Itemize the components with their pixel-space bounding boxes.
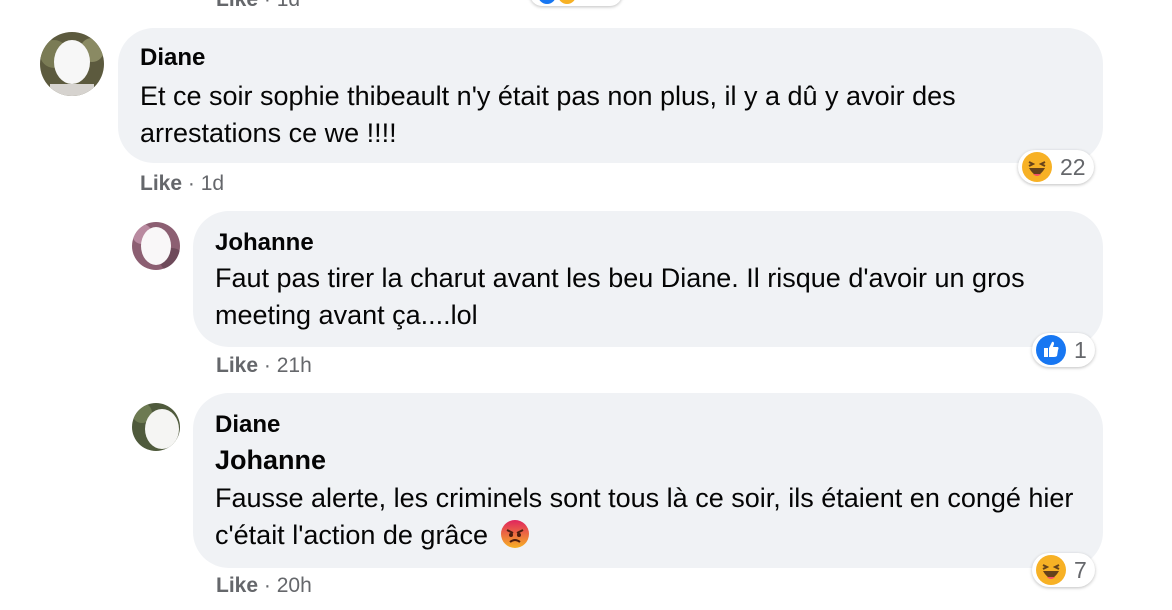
angry-face-icon: [501, 520, 530, 548]
reaction-summary[interactable]: 7: [1032, 553, 1095, 587]
comment-timestamp[interactable]: 20h: [277, 574, 312, 597]
haha-reaction-icon: [558, 0, 576, 4]
meta-separator: ·: [264, 0, 271, 11]
like-thumb-icon: [1036, 335, 1066, 365]
haha-emoji-icon: [1022, 152, 1052, 182]
reaction-count: 1: [1074, 336, 1087, 363]
meta-separator: ·: [187, 172, 195, 195]
like-link[interactable]: Like: [216, 0, 258, 11]
avatar[interactable]: [40, 32, 104, 96]
comment-bubble: Johanne Faut pas tirer la charut avant l…: [193, 211, 1103, 347]
avatar[interactable]: [132, 222, 180, 270]
comment-timestamp[interactable]: 1d: [277, 0, 300, 11]
comment-bubble: Diane Et ce soir sophie thibeault n'y ét…: [118, 28, 1103, 163]
comment-timestamp[interactable]: 21h: [277, 354, 312, 377]
comment-text: Faut pas tirer la charut avant les beu D…: [215, 263, 1025, 330]
comment-actions: Like · 21h: [216, 354, 312, 378]
reaction-summary[interactable]: 1: [1032, 333, 1095, 367]
previous-comment-meta: Like · 1d: [216, 0, 300, 12]
like-link[interactable]: Like: [216, 354, 258, 377]
comment-author[interactable]: Johanne: [215, 229, 314, 257]
previous-reaction-pill[interactable]: [530, 0, 622, 6]
like-link[interactable]: Like: [216, 574, 258, 597]
like-link[interactable]: Like: [140, 172, 182, 195]
haha-emoji-icon: [1036, 555, 1066, 585]
like-reaction-icon: [538, 0, 556, 4]
comment-timestamp[interactable]: 1d: [201, 172, 224, 195]
comment-actions: Like · 1d: [140, 172, 224, 196]
reaction-count: 7: [1074, 556, 1087, 583]
comment-text: Et ce soir sophie thibeault n'y était pa…: [140, 81, 956, 148]
comment-text: Fausse alerte, les criminels sont tous l…: [215, 483, 1074, 550]
meta-separator: ·: [263, 354, 271, 377]
mentioned-user[interactable]: Johanne: [215, 445, 381, 476]
avatar[interactable]: [132, 403, 180, 451]
comment-bubble: Diane Johanne Fausse alerte, les crimine…: [193, 393, 1103, 568]
reaction-summary[interactable]: 22: [1018, 150, 1094, 184]
comment-author[interactable]: Diane: [140, 44, 320, 72]
comment-actions: Like · 20h: [216, 574, 312, 598]
reaction-count: 22: [1060, 153, 1086, 180]
comment-author[interactable]: Diane: [215, 411, 405, 439]
meta-separator: ·: [263, 574, 271, 597]
